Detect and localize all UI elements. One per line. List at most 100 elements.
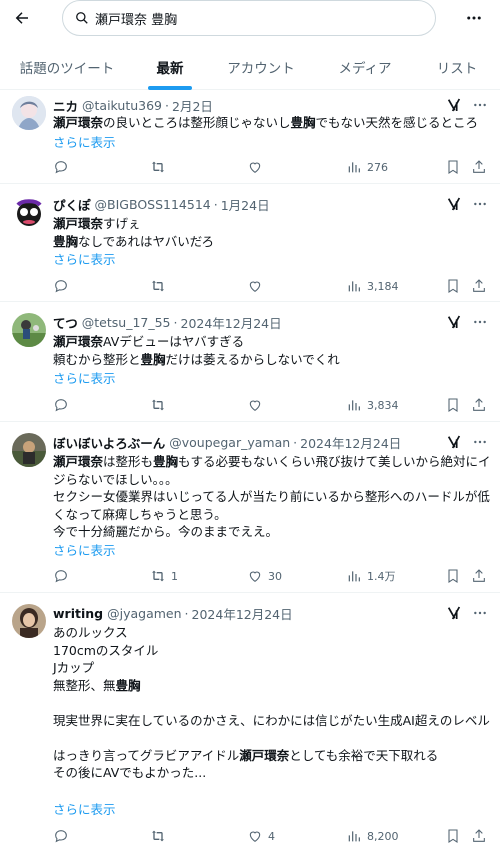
- retweet-button[interactable]: [150, 826, 171, 846]
- like-button[interactable]: 30: [247, 566, 282, 586]
- handle[interactable]: @tetsu_17_55: [82, 315, 171, 330]
- tweet[interactable]: writing @jyagamen · 2024年12月24日 あのルックス 1…: [0, 594, 500, 856]
- retweet-button[interactable]: [150, 395, 171, 415]
- display-name[interactable]: writing: [53, 606, 103, 621]
- views-button[interactable]: 276: [346, 157, 388, 177]
- tab-lists[interactable]: リスト: [414, 44, 500, 90]
- share-button[interactable]: [471, 276, 487, 296]
- separator-dot: ·: [213, 196, 218, 212]
- views-button[interactable]: 8,200: [346, 826, 399, 846]
- avatar[interactable]: [12, 96, 46, 130]
- highlighted-keyword: 豊胸: [53, 233, 79, 249]
- show-more-link[interactable]: さらに表示: [53, 132, 116, 151]
- tab-media[interactable]: メディア: [316, 44, 414, 90]
- share-button[interactable]: [471, 826, 487, 846]
- tweet-text: 瀬戸環奈すげぇ 豊胸なしであれはヤバいだろ: [53, 215, 493, 250]
- reply-button[interactable]: [53, 395, 74, 415]
- reply-button[interactable]: [53, 826, 74, 846]
- handle[interactable]: @taikutu369: [82, 98, 162, 113]
- like-button[interactable]: 4: [247, 826, 275, 846]
- reply-button[interactable]: [53, 566, 74, 586]
- bookmark-button[interactable]: [445, 276, 461, 296]
- timestamp[interactable]: 2024年12月24日: [181, 313, 282, 332]
- like-button[interactable]: [247, 395, 268, 415]
- retweet-button[interactable]: [150, 157, 171, 177]
- like-button[interactable]: [247, 276, 268, 296]
- display-name[interactable]: ぼいぼいよろぶーん: [53, 433, 165, 452]
- highlighted-keyword: 豊胸: [290, 115, 316, 130]
- more-icon[interactable]: [472, 434, 488, 450]
- share-icon: [473, 829, 485, 842]
- separator-dot: ·: [165, 97, 169, 113]
- back-button[interactable]: [10, 6, 34, 30]
- bookmark-button[interactable]: [445, 566, 461, 586]
- tweet-text: 瀬戸環奈AVデビューはヤバすぎる 頼むから整形と豊胸だけは萎えるからしないでくれ: [53, 333, 493, 368]
- handle[interactable]: @BIGBOSS114514: [95, 197, 211, 212]
- share-button[interactable]: [471, 157, 487, 177]
- reply-button[interactable]: [53, 157, 74, 177]
- display-name[interactable]: てつ: [53, 313, 78, 332]
- retweet-button[interactable]: [150, 276, 171, 296]
- views-button[interactable]: 1.4万: [346, 566, 396, 586]
- show-more-link[interactable]: さらに表示: [53, 540, 116, 559]
- share-button[interactable]: [471, 395, 487, 415]
- views-button[interactable]: 3,184: [346, 276, 399, 296]
- share-icon: [473, 160, 485, 173]
- grok-icon[interactable]: [446, 434, 462, 450]
- grok-icon[interactable]: [446, 314, 462, 330]
- views-button[interactable]: 3,834: [346, 395, 399, 415]
- show-more-link[interactable]: さらに表示: [53, 249, 116, 268]
- grok-icon[interactable]: [446, 605, 462, 621]
- tweet-text-segment: あのルックス 170cmのスタイル Jカップ 無整形、無: [53, 625, 159, 693]
- tweet-text: 瀬戸環奈は整形も豊胸もする必要もないくらい飛び抜けて美しいから絶対にイジらないで…: [53, 453, 493, 541]
- display-name[interactable]: ぴくぽ: [53, 195, 91, 214]
- avatar[interactable]: [12, 313, 46, 347]
- timestamp[interactable]: 2024年12月24日: [192, 604, 293, 623]
- timestamp[interactable]: 2024年12月24日: [300, 433, 401, 452]
- more-icon[interactable]: [472, 196, 488, 212]
- tweet[interactable]: ぼいぼいよろぶーん @voupegar_yaman · 2024年12月24日 …: [0, 423, 500, 593]
- retweet-icon: [152, 280, 164, 292]
- tweet-actions: 4 8,200: [53, 826, 485, 846]
- bookmark-button[interactable]: [445, 395, 461, 415]
- avatar[interactable]: [12, 604, 46, 638]
- reply-icon: [55, 161, 67, 174]
- tweet[interactable]: ニカ @taikutu369 · 2月2日 瀬戸環奈の良いところは整形顔じゃない…: [0, 90, 500, 184]
- retweet-icon: [152, 161, 164, 173]
- highlighted-keyword: 豊胸: [140, 351, 166, 367]
- tweet[interactable]: ぴくぽ @BIGBOSS114514 · 1月24日 瀬戸環奈すげぇ 豊胸なしで…: [0, 185, 500, 302]
- search-box[interactable]: [62, 0, 436, 36]
- grok-icon[interactable]: [446, 196, 462, 212]
- reply-button[interactable]: [53, 276, 74, 296]
- more-icon[interactable]: [472, 97, 488, 113]
- bookmark-button[interactable]: [445, 157, 461, 177]
- more-icon[interactable]: [472, 605, 488, 621]
- tab-top[interactable]: 話題のツイート: [0, 44, 134, 90]
- handle[interactable]: @jyagamen: [107, 606, 181, 621]
- avatar[interactable]: [12, 195, 46, 229]
- display-name[interactable]: ニカ: [53, 96, 78, 115]
- timestamp[interactable]: 1月24日: [221, 195, 270, 214]
- tweet-text: あのルックス 170cmのスタイル Jカップ 無整形、無豊胸 現実世界に実在して…: [53, 624, 493, 782]
- grok-icon[interactable]: [446, 97, 462, 113]
- tab-accounts[interactable]: アカウント: [206, 44, 316, 90]
- handle[interactable]: @voupegar_yaman: [169, 435, 290, 450]
- avatar[interactable]: [12, 433, 46, 467]
- tweet-text-segment: すげぇ: [103, 216, 141, 231]
- share-icon: [473, 279, 485, 292]
- tweet-text-segment: は整形も: [103, 454, 154, 469]
- share-button[interactable]: [471, 566, 487, 586]
- like-button[interactable]: [247, 157, 268, 177]
- more-icon[interactable]: [472, 314, 488, 330]
- tweet[interactable]: てつ @tetsu_17_55 · 2024年12月24日 瀬戸環奈AVデビュー…: [0, 303, 500, 422]
- retweet-button[interactable]: 1: [150, 566, 178, 586]
- bookmark-button[interactable]: [445, 826, 461, 846]
- timestamp[interactable]: 2月2日: [172, 96, 213, 115]
- tweet-actions: 1 30 1.4万: [53, 566, 485, 586]
- show-more-link[interactable]: さらに表示: [53, 368, 116, 387]
- search-input[interactable]: [95, 10, 395, 26]
- show-more-link[interactable]: さらに表示: [53, 799, 116, 818]
- more-options-button[interactable]: [462, 6, 486, 30]
- bar-chart-icon: [348, 831, 360, 842]
- tab-latest[interactable]: 最新: [134, 44, 206, 90]
